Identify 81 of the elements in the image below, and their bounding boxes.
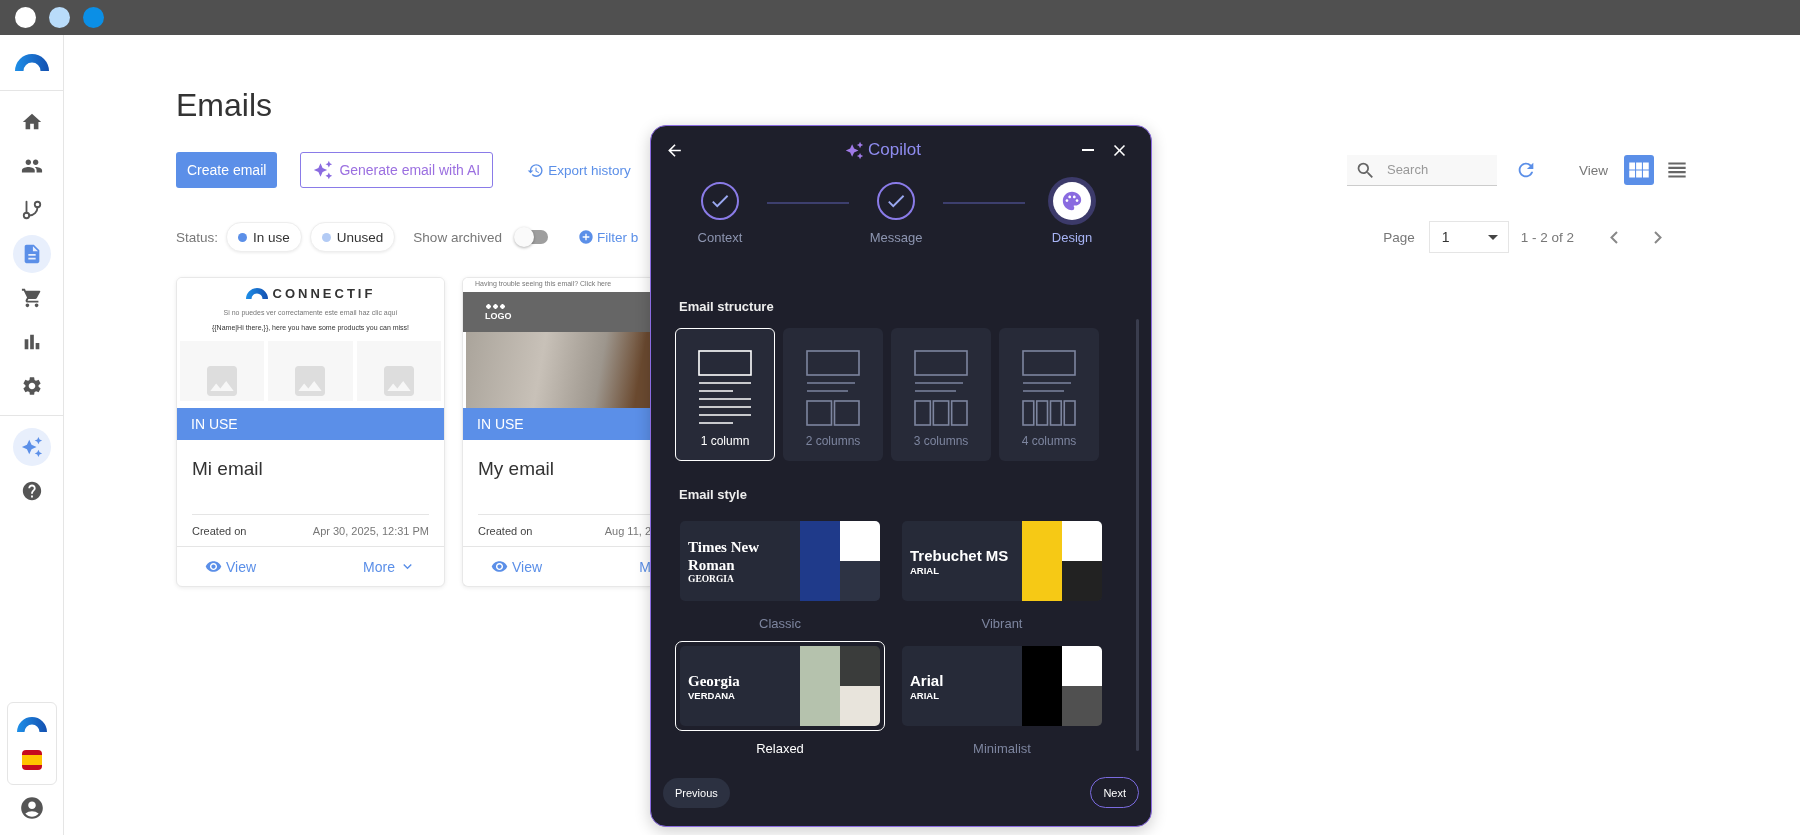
history-icon xyxy=(527,161,545,179)
logo-icon xyxy=(16,717,47,732)
layout-icon xyxy=(1022,350,1076,426)
sparkle-icon xyxy=(20,436,43,458)
font-name: Arial xyxy=(910,671,945,690)
step-label: Context xyxy=(697,230,743,245)
step-label: Message xyxy=(869,230,923,245)
view-label: View xyxy=(1578,162,1608,178)
dots-icon xyxy=(485,303,505,309)
scrollbar[interactable] xyxy=(1136,319,1139,751)
logo-icon xyxy=(245,288,268,299)
search-field[interactable]: Search xyxy=(1346,154,1497,186)
sparkle-icon xyxy=(845,140,865,160)
created-date: Apr 30, 2025, 12:31 PM xyxy=(312,524,429,537)
settings-icon xyxy=(20,375,43,397)
next-page-button[interactable] xyxy=(1654,230,1662,244)
structure-option[interactable]: 2 columns xyxy=(783,328,883,461)
status-label: Status: xyxy=(176,229,219,245)
eye-icon xyxy=(205,558,222,575)
help-icon xyxy=(20,480,43,502)
email-name: Mi email xyxy=(191,457,264,481)
status-chip[interactable]: Unused xyxy=(309,222,396,252)
previous-button[interactable]: Previous xyxy=(663,777,730,808)
style-label: Classic xyxy=(759,616,801,631)
view-toggle[interactable] xyxy=(1624,155,1654,185)
window-dot[interactable] xyxy=(49,7,70,28)
window-dot[interactable] xyxy=(83,7,104,28)
user-icon xyxy=(18,795,45,821)
step-label: Design xyxy=(1051,230,1093,245)
style-label: Minimalist xyxy=(973,741,1031,756)
page-label: Page xyxy=(1383,229,1415,245)
page-range: 1 - 2 of 2 xyxy=(1520,229,1574,245)
branch-icon xyxy=(20,199,43,221)
sparkle-icon xyxy=(313,160,334,180)
structure-option[interactable]: 3 columns xyxy=(891,328,991,461)
dropdown-icon xyxy=(1487,234,1498,240)
add-icon xyxy=(577,229,594,245)
dialog-title: Copilot xyxy=(868,140,921,160)
layout-icon xyxy=(698,350,752,426)
section-title: Email style xyxy=(679,487,748,502)
email-name: My email xyxy=(477,457,555,481)
archived-label: Show archived xyxy=(413,229,502,245)
style-label: Relaxed xyxy=(756,741,804,756)
style-label: Vibrant xyxy=(981,616,1023,631)
status-chip[interactable]: In use xyxy=(226,222,302,252)
page-select[interactable]: 1 xyxy=(1428,221,1509,253)
font-subname: VERDANA xyxy=(688,689,736,701)
created-date: Aug 11, 2 xyxy=(604,524,651,537)
chevron-right-icon xyxy=(1654,230,1662,244)
ai-button[interactable] xyxy=(12,428,51,466)
font-subname: ARIAL xyxy=(910,689,941,701)
chevron-left-icon xyxy=(1610,230,1618,244)
minimize-icon xyxy=(1082,149,1094,151)
status-banner: IN USE xyxy=(177,408,444,440)
created-label: Created on xyxy=(478,524,533,537)
font-name: Georgia xyxy=(688,671,741,690)
page-title: Emails xyxy=(176,87,273,125)
font-subname: GEORGIA xyxy=(688,574,735,584)
window-dot[interactable] xyxy=(15,7,36,28)
status-banner: IN USE xyxy=(463,408,651,440)
section-title: Email structure xyxy=(679,299,775,314)
font-name: Times New Roman xyxy=(688,538,760,574)
layout-icon xyxy=(914,350,968,426)
user-button[interactable] xyxy=(18,795,45,821)
created-label: Created on xyxy=(192,524,247,537)
palette-icon xyxy=(1061,190,1083,212)
brand-name: CONNECTIF xyxy=(272,286,376,301)
logo-icon xyxy=(14,54,49,71)
logo-text: LOGO xyxy=(485,310,513,321)
cart-icon xyxy=(20,287,43,309)
style-option[interactable]: Georgia VERDANA xyxy=(675,641,885,731)
font-subname: ARIAL xyxy=(910,564,941,576)
layout-icon xyxy=(806,350,860,426)
font-name: Trebuchet MS xyxy=(910,546,1010,565)
action-button[interactable]: Generate email with AI xyxy=(300,152,494,188)
nav-button[interactable] xyxy=(12,235,51,273)
flag-icon[interactable] xyxy=(21,750,42,770)
eye-icon xyxy=(491,558,508,575)
structure-option[interactable]: 1 column xyxy=(675,328,775,461)
previous-page-button[interactable] xyxy=(1610,230,1618,244)
structure-option[interactable]: 4 columns xyxy=(999,328,1099,461)
